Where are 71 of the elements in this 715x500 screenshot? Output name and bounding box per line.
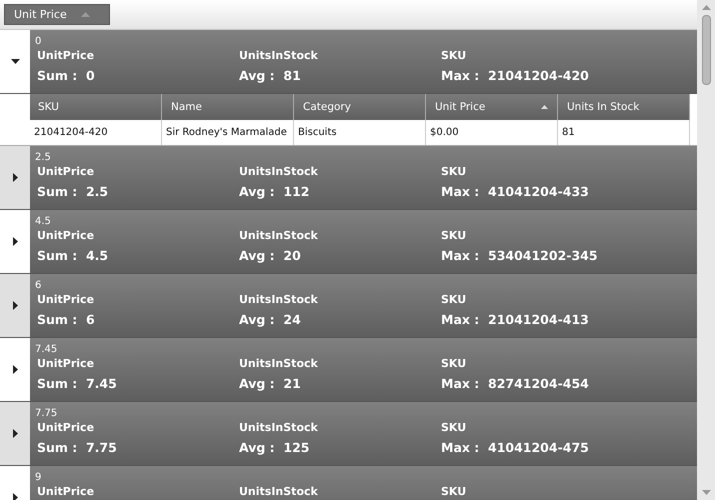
aggregate-field: UnitsInStock — [239, 228, 318, 243]
aggregate-field: UnitsInStock — [239, 420, 318, 435]
aggregate-field: UnitsInStock — [239, 292, 318, 307]
aggregate-value: Sum : 4.5 — [37, 248, 108, 264]
column-header[interactable]: Units In Stock — [558, 94, 690, 120]
aggregate-value: Max : 41041204-433 — [441, 184, 589, 200]
group-key: 6 — [35, 279, 42, 292]
aggregate-value: Max : 21041204-413 — [441, 312, 589, 328]
caret-down-icon — [10, 57, 20, 66]
aggregate-value: Sum : 6 — [37, 312, 95, 328]
caret-right-icon — [10, 429, 20, 438]
table-cell: Sir Rodney's Marmalade — [162, 120, 294, 145]
aggregate-field: UnitsInStock — [239, 164, 318, 179]
group-key: 2.5 — [35, 151, 51, 164]
caret-right-icon — [10, 301, 20, 310]
table-cell: $0.00 — [426, 120, 558, 145]
table-cell: 81 — [558, 120, 690, 145]
aggregate-field: UnitsInStock — [239, 48, 318, 63]
aggregate-value: Max : 82741204-454 — [441, 376, 589, 392]
aggregate-field: SKU — [441, 228, 466, 243]
caret-right-icon — [10, 237, 20, 246]
table-cell: 21041204-420 — [30, 120, 162, 145]
aggregate-field: SKU — [441, 356, 466, 371]
aggregate-field: SKU — [441, 292, 466, 307]
aggregate-value: Avg : 24 — [239, 312, 301, 328]
aggregate-field: SKU — [441, 164, 466, 179]
aggregate-value: Max : 21041204-420 — [441, 68, 589, 84]
aggregate-value: Sum : 2.5 — [37, 184, 108, 200]
group-key: 9 — [35, 471, 42, 484]
group-key: 7.75 — [35, 407, 58, 420]
caret-right-icon — [10, 493, 20, 500]
column-header[interactable]: Name — [162, 94, 294, 120]
group-chip[interactable]: Unit Price — [4, 4, 110, 25]
aggregate-field: UnitPrice — [37, 228, 94, 243]
aggregate-field: UnitPrice — [37, 356, 94, 371]
aggregate-value: Avg : 112 — [239, 184, 310, 200]
aggregate-value: Sum : 0 — [37, 68, 95, 84]
expander-cell[interactable] — [0, 402, 30, 465]
group-key: 4.5 — [35, 215, 51, 228]
column-header[interactable]: Category — [294, 94, 426, 120]
aggregate-field: UnitPrice — [37, 292, 94, 307]
column-header[interactable]: SKU — [30, 94, 162, 120]
scrollbar[interactable] — [697, 0, 715, 500]
aggregate-field: SKU — [441, 48, 466, 63]
aggregate-value: Avg : 21 — [239, 376, 301, 392]
aggregate-field: UnitPrice — [37, 484, 94, 499]
aggregate-field: SKU — [441, 420, 466, 435]
expander-cell[interactable] — [0, 146, 30, 209]
column-header[interactable]: Unit Price — [426, 94, 558, 120]
aggregate-value: Max : 41041204-475 — [441, 440, 589, 456]
aggregate-field: SKU — [441, 484, 466, 499]
aggregate-value: Sum : 7.75 — [37, 440, 117, 456]
aggregate-value: Avg : 20 — [239, 248, 301, 264]
scroll-up-icon[interactable] — [702, 5, 710, 10]
expander-cell[interactable] — [0, 274, 30, 337]
aggregate-value: Avg : 81 — [239, 68, 301, 84]
table-cell: Biscuits — [294, 120, 426, 145]
aggregate-value: Max : 534041202-345 — [441, 248, 598, 264]
group-key: 7.45 — [35, 343, 58, 356]
caret-right-icon — [10, 365, 20, 374]
aggregate-value: Sum : 7.45 — [37, 376, 117, 392]
aggregate-field: UnitsInStock — [239, 356, 318, 371]
caret-right-icon — [10, 173, 20, 182]
aggregate-value: Avg : 125 — [239, 440, 310, 456]
scroll-down-icon[interactable] — [702, 490, 710, 495]
aggregate-field: UnitsInStock — [239, 484, 318, 499]
group-key: 0 — [35, 35, 42, 48]
scroll-thumb[interactable] — [702, 15, 710, 85]
aggregate-field: UnitPrice — [37, 420, 94, 435]
aggregate-field: UnitPrice — [37, 164, 94, 179]
aggregate-field: UnitPrice — [37, 48, 94, 63]
